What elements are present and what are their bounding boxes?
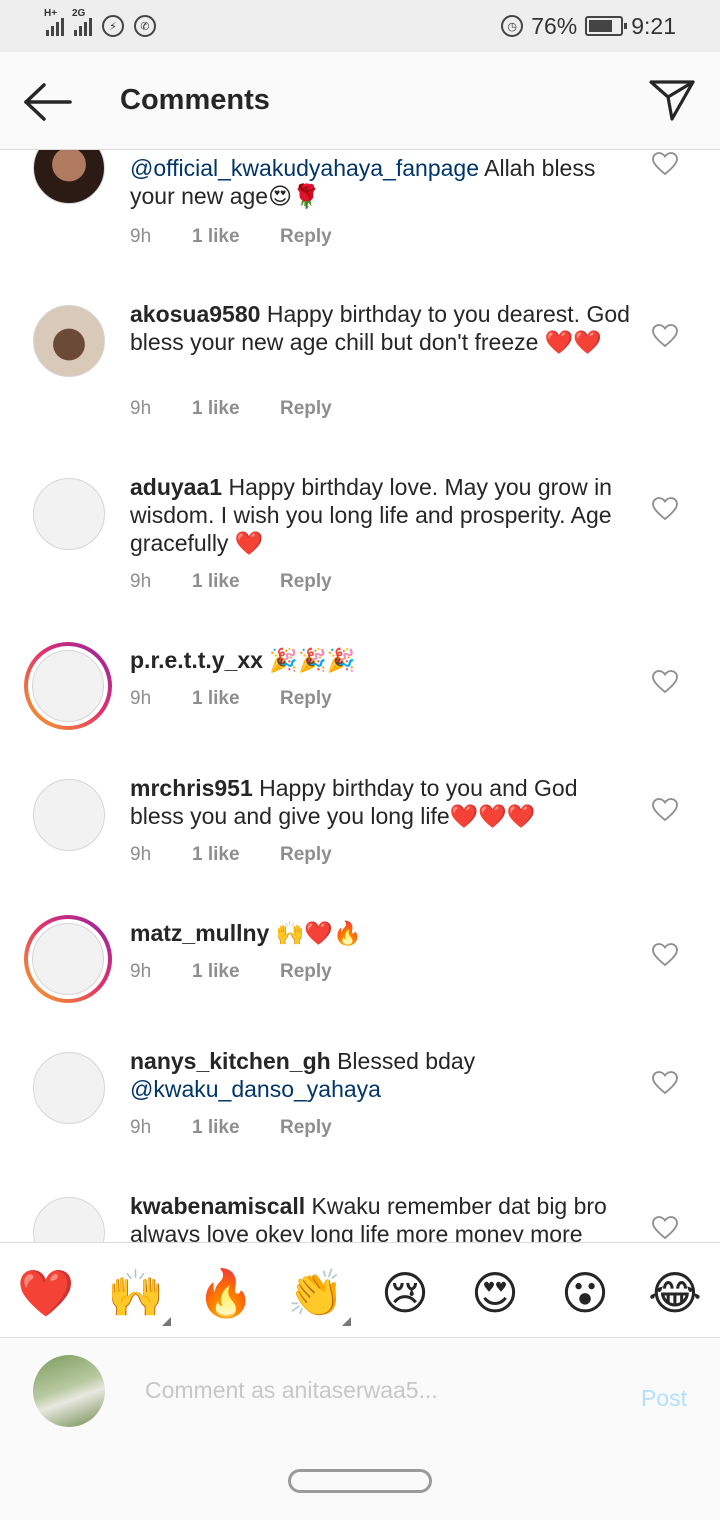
avatar[interactable] (33, 305, 105, 377)
story-ring[interactable] (24, 642, 112, 730)
username[interactable]: kwabenamiscall (130, 1193, 305, 1219)
signal-icon: 2G (72, 8, 92, 36)
comment-time: 9h (130, 571, 152, 592)
like-count[interactable]: 1 like (192, 844, 280, 866)
network-type-2: 2G (72, 8, 86, 19)
comment-text: matz_mullny 🙌❤️🔥 (130, 919, 630, 947)
comment-meta: 9h 1 like Reply (130, 961, 332, 983)
comment-text: kwabenamiscall Kwaku remember dat big br… (130, 1192, 630, 1242)
reply-button[interactable]: Reply (280, 688, 332, 710)
avatar[interactable] (33, 478, 105, 550)
comment-text: akosua9580 Happy birthday to you dearest… (130, 300, 630, 356)
comment-body: 🎉🎉🎉 (262, 647, 356, 673)
reply-button[interactable]: Reply (280, 844, 332, 866)
signal-icon: H+ (44, 8, 64, 36)
skin-tone-indicator-icon (342, 1317, 351, 1326)
comment-meta: 9h 1 like Reply (130, 571, 332, 593)
emoji-clap-button[interactable]: 👏 (287, 1265, 344, 1321)
heart-icon[interactable] (652, 943, 678, 967)
post-button[interactable]: Post (641, 1385, 687, 1412)
whatsapp-icon: ✆ (134, 15, 156, 37)
reply-button[interactable]: Reply (280, 398, 332, 420)
arrow-left-icon[interactable] (22, 82, 72, 122)
battery-percent: 76% (531, 12, 578, 39)
like-count[interactable]: 1 like (192, 398, 280, 420)
mention-link[interactable]: @official_kwakudyahaya_fanpage (130, 155, 479, 181)
heart-icon[interactable] (652, 324, 678, 348)
avatar[interactable] (33, 1052, 105, 1124)
emoji-fire-button[interactable]: 🔥 (197, 1265, 254, 1321)
comment-time: 9h (130, 688, 152, 709)
reply-button[interactable]: Reply (280, 1117, 332, 1139)
battery-icon (585, 16, 628, 36)
username[interactable]: nanys_kitchen_gh (130, 1048, 331, 1074)
emoji-raised-hands-button[interactable]: 🙌 (107, 1265, 164, 1321)
username[interactable]: akosua9580 (130, 301, 260, 327)
comment-time: 9h (130, 1117, 152, 1138)
comment-time: 9h (130, 961, 152, 982)
avatar (33, 1355, 105, 1427)
like-count[interactable]: 1 like (192, 961, 280, 983)
avatar[interactable] (33, 150, 105, 204)
username[interactable]: aduyaa1 (130, 474, 222, 500)
heart-icon[interactable] (652, 1071, 678, 1095)
comment-meta: 9h 1 like Reply (130, 688, 332, 710)
emoji-heart-button[interactable]: ❤️ (17, 1265, 74, 1321)
comment-text: @official_kwakudyahaya_fanpage Allah ble… (130, 154, 630, 210)
comment-time: 9h (130, 398, 152, 419)
avatar[interactable] (33, 779, 105, 851)
skin-tone-indicator-icon (162, 1317, 171, 1326)
heart-icon[interactable] (652, 152, 678, 176)
network-type-1: H+ (44, 8, 58, 19)
comment-body: Blessed bday (330, 1048, 476, 1074)
app-bar: Comments (0, 52, 720, 150)
username[interactable]: mrchris951 (130, 775, 253, 801)
emoji-surprised-button[interactable]: 😮 (557, 1265, 613, 1321)
avatar[interactable] (33, 1197, 105, 1242)
comment-text: nanys_kitchen_gh Blessed bday @kwaku_dan… (130, 1047, 630, 1103)
status-bar: H+ 2G ⚡ ✆ ◷ 76% 9:21 (0, 0, 720, 52)
home-gesture-bar[interactable] (288, 1469, 432, 1493)
username[interactable]: p.r.e.t.t.y_xx (130, 647, 263, 673)
comment-meta: 9h 1 like Reply (130, 844, 332, 866)
avatar (32, 650, 104, 722)
messenger-icon: ⚡ (102, 15, 124, 37)
comment-text: aduyaa1 Happy birthday love. May you gro… (130, 473, 630, 557)
emoji-crying-button[interactable]: 😢 (377, 1265, 433, 1321)
comment-text: p.r.e.t.t.y_xx 🎉🎉🎉 (130, 646, 630, 674)
emoji-heart-eyes-button[interactable]: 😍 (467, 1265, 523, 1321)
paper-plane-icon[interactable] (648, 78, 696, 122)
like-count[interactable]: 1 like (192, 1117, 280, 1139)
heart-icon[interactable] (652, 798, 678, 822)
mention-link[interactable]: @kwaku_danso_yahaya (130, 1076, 381, 1102)
comment-meta: 9h 1 like Reply (130, 398, 332, 420)
comment-meta: 9h 1 like Reply (130, 226, 332, 248)
reply-button[interactable]: Reply (280, 226, 332, 248)
like-count[interactable]: 1 like (192, 571, 280, 593)
heart-icon[interactable] (652, 1216, 678, 1240)
heart-icon[interactable] (652, 670, 678, 694)
comment-time: 9h (130, 226, 152, 247)
username[interactable]: matz_mullny (130, 920, 269, 946)
heart-icon[interactable] (652, 497, 678, 521)
like-count[interactable]: 1 like (192, 226, 280, 248)
alarm-icon: ◷ (501, 15, 524, 37)
comment-time: 9h (130, 844, 152, 865)
comment-text: mrchris951 Happy birthday to you and God… (130, 774, 630, 830)
like-count[interactable]: 1 like (192, 688, 280, 710)
emoji-laughing-button[interactable]: 😂 (647, 1265, 703, 1321)
comment-meta: 9h 1 like Reply (130, 1117, 332, 1139)
reply-button[interactable]: Reply (280, 571, 332, 593)
avatar (32, 923, 104, 995)
emoji-quick-bar: ❤️ 🙌 🔥 👏 😢 😍 😮 😂 (0, 1242, 720, 1338)
reply-button[interactable]: Reply (280, 961, 332, 983)
comments-list[interactable]: @official_kwakudyahaya_fanpage Allah ble… (0, 150, 720, 1242)
comment-composer: Comment as anitaserwaa5... Post (0, 1339, 720, 1449)
clock: 9:21 (631, 12, 676, 39)
system-nav-bar (0, 1449, 720, 1520)
comment-input[interactable]: Comment as anitaserwaa5... (145, 1377, 438, 1404)
story-ring[interactable] (24, 915, 112, 1003)
page-title: Comments (120, 84, 270, 116)
comment-body: 🙌❤️🔥 (269, 920, 362, 946)
